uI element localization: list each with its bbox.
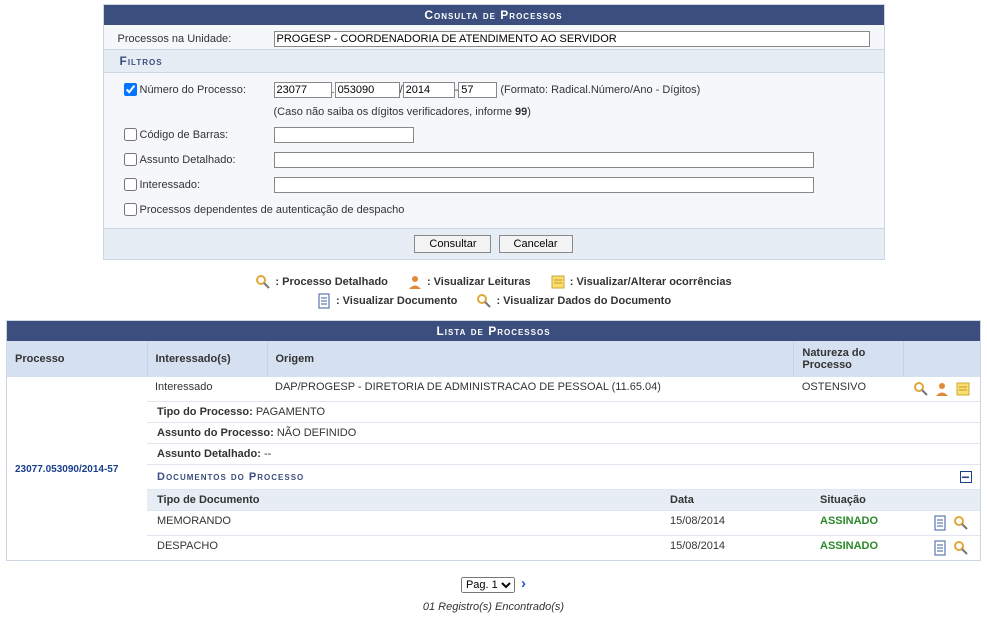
grid-title: Lista de Processos [7, 321, 980, 341]
user-icon [407, 274, 423, 290]
magnifier-icon [255, 274, 271, 290]
assunto-checkbox[interactable] [124, 153, 137, 166]
doc-row: DESPACHO 15/08/2014 ASSINADO [147, 536, 980, 561]
formato-hint: (Formato: Radical.Número/Ano - Dígitos) [500, 84, 700, 96]
collapse-icon[interactable]: − [960, 471, 972, 483]
magnifier-icon [476, 293, 492, 309]
assunto-processo-value: NÃO DEFINIDO [277, 427, 356, 439]
dcol-acts [920, 490, 980, 511]
legend: : Processo Detalhado : Visualizar Leitur… [0, 260, 987, 320]
cell-interessado: Interessado [147, 377, 267, 401]
magnifier-icon[interactable] [953, 540, 969, 556]
magnifier-icon[interactable] [953, 515, 969, 531]
magnifier-icon[interactable] [913, 381, 929, 397]
codigo-input[interactable] [274, 127, 414, 143]
user-icon[interactable] [934, 381, 950, 397]
ano-input[interactable] [403, 82, 455, 98]
doc-tipo: MEMORANDO [147, 511, 660, 536]
assunto-detalhado-value: -- [264, 448, 271, 460]
radical-input[interactable] [274, 82, 332, 98]
doc-row: MEMORANDO 15/08/2014 ASSINADO [147, 511, 980, 536]
doc-icon[interactable] [932, 515, 948, 531]
dcol-sit: Situação [810, 490, 920, 511]
numero-processo-checkbox[interactable] [124, 83, 137, 96]
note-icon [550, 274, 566, 290]
tipo-processo-label: Tipo do Processo: [157, 406, 253, 418]
consulta-panel: Consulta de Processos Processos na Unida… [103, 4, 885, 260]
dcol-data: Data [660, 490, 810, 511]
process-grid: Lista de Processos Processo Interessado(… [6, 320, 981, 561]
unit-label: Processos na Unidade: [118, 33, 274, 45]
dependentes-label: Processos dependentes de autenticação de… [140, 204, 405, 216]
filters-heading: Filtros [104, 49, 884, 73]
doc-status: ASSINADO [820, 540, 878, 552]
dependentes-checkbox[interactable] [124, 203, 137, 216]
interessado-input[interactable] [274, 177, 814, 193]
assunto-processo-label: Assunto do Processo: [157, 427, 274, 439]
docs-heading: Documentos do Processo − [147, 464, 980, 489]
cell-natureza: OSTENSIVO [794, 377, 904, 401]
assunto-detalhado-label: Assunto Detalhado: [157, 448, 261, 460]
assunto-input[interactable] [274, 152, 814, 168]
dcol-tipo: Tipo de Documento [147, 490, 660, 511]
doc-data: 15/08/2014 [660, 536, 810, 561]
page-select[interactable]: Pag. 1 [461, 577, 515, 593]
doc-status: ASSINADO [820, 515, 878, 527]
cell-origem: DAP/PROGESP - DIRETORIA DE ADMINISTRACAO… [267, 377, 794, 401]
codigo-label: Código de Barras: [140, 129, 274, 141]
numero-processo-label: Número do Processo: [140, 84, 274, 96]
col-interessado: Interessado(s) [147, 341, 267, 377]
numero-input[interactable] [335, 82, 400, 98]
codigo-checkbox[interactable] [124, 128, 137, 141]
col-natureza: Natureza do Processo [794, 341, 904, 377]
col-processo: Processo [7, 341, 147, 377]
interessado-label: Interessado: [140, 179, 274, 191]
unit-input[interactable] [274, 31, 870, 47]
digitos-hint: (Caso não saiba os dígitos verificadores… [104, 102, 884, 122]
col-origem: Origem [267, 341, 794, 377]
doc-icon[interactable] [932, 540, 948, 556]
record-count: 01 Registro(s) Encontrado(s) [0, 597, 987, 617]
doc-icon [316, 293, 332, 309]
pager: Pag. 1 › [0, 561, 987, 597]
processo-link[interactable]: 23077.053090/2014-57 [15, 464, 118, 475]
doc-data: 15/08/2014 [660, 511, 810, 536]
tipo-processo-value: PAGAMENTO [256, 406, 325, 418]
doc-tipo: DESPACHO [147, 536, 660, 561]
interessado-checkbox[interactable] [124, 178, 137, 191]
col-actions [904, 341, 980, 377]
panel-title: Consulta de Processos [104, 5, 884, 25]
consultar-button[interactable]: Consultar [414, 235, 491, 253]
cancelar-button[interactable]: Cancelar [499, 235, 573, 253]
note-icon[interactable] [955, 381, 971, 397]
table-row: 23077.053090/2014-57 Interessado DAP/PRO… [7, 377, 980, 401]
next-page-icon[interactable]: › [521, 575, 526, 592]
assunto-label: Assunto Detalhado: [140, 154, 274, 166]
digitos-input[interactable] [458, 82, 497, 98]
